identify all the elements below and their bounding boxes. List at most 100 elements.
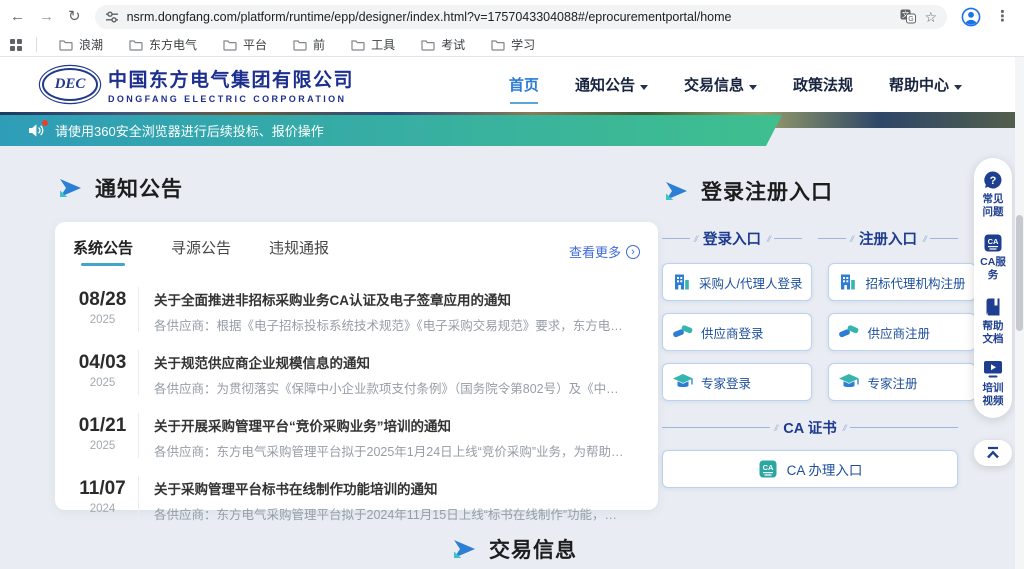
building-icon [838,272,858,292]
svg-text:?: ? [990,175,997,187]
bookmark-item[interactable]: 考试 [413,34,473,55]
notice-title[interactable]: 关于采购管理平台标书在线制作功能培训的通知 [154,478,624,498]
register-button[interactable]: 供应商注册 [828,313,975,351]
profile-avatar-icon[interactable] [961,7,981,27]
notice-tab[interactable]: 系统公告 [73,237,133,266]
bookmark-item[interactable]: 前 [285,34,333,55]
chevron-down-icon [954,85,962,90]
rail-item[interactable]: ? 常见问题 [980,170,1006,219]
back-to-top-icon [985,446,1001,460]
nav-item[interactable]: 帮助中心 [889,74,962,95]
floating-toolbar: ? 常见问题 CA CA服务 帮助文档 培训视频 [974,158,1012,418]
ca-badge-icon: CA [983,233,1003,253]
graduation-cap-icon [672,372,694,392]
notice-title[interactable]: 关于开展采购管理平台“竞价采购业务”培训的通知 [154,415,624,435]
trade-section-heading: 交易信息 [452,534,577,564]
bookmark-item[interactable]: 浪潮 [51,34,111,55]
folder-icon [129,39,143,51]
bookmarks-separator [36,37,37,52]
rail-item[interactable]: CA CA服务 [980,233,1006,282]
svg-text:CA: CA [988,237,999,246]
section-arrow-icon [58,178,82,198]
notice-date: 01/21 2025 [73,413,139,458]
bookmark-star-icon[interactable]: ☆ [924,10,937,24]
login-register-panel: 登录注册入口 // 登录入口 // // 注册入口 // 采购人/代理人登录 供… [662,176,958,488]
site-header: DEC 中国东方电气集团有限公司 DONGFANG ELECTRIC CORPO… [0,57,1024,112]
graduation-cap-icon [838,372,860,392]
register-button[interactable]: 招标代理机构注册 [828,263,975,301]
notice-item[interactable]: 04/03 2025 关于规范供应商企业规模信息的通知 各供应商：为贯彻落实《保… [61,342,652,405]
bookmark-item[interactable]: 平台 [215,34,275,55]
company-name-cn: 中国东方电气集团有限公司 [108,65,354,92]
ca-group-header: // CA 证书 // [662,417,958,438]
svg-text:CA: CA [762,463,773,472]
login-section-heading: 登录注册入口 [664,176,958,206]
menu-kebab-icon[interactable]: ⋮ [995,9,1010,24]
login-button[interactable]: 采购人/代理人登录 [662,263,812,301]
section-arrow-icon [452,539,476,559]
notice-tabs: 系统公告 寻源公告 违规通报 [73,237,329,266]
notification-dot [42,120,48,126]
folder-icon [491,39,505,51]
bookmark-item[interactable]: 东方电气 [121,34,205,55]
url-text[interactable]: nsrm.dongfang.com/platform/runtime/epp/d… [127,10,893,24]
register-group-header: // 注册入口 // [818,228,958,249]
folder-icon [293,39,307,51]
login-button[interactable]: 专家登录 [662,363,812,401]
scrollbar-thumb[interactable] [1016,215,1023,331]
browser-toolbar: ← → ↻ nsrm.dongfang.com/platform/runtime… [0,0,1024,33]
notice-tab[interactable]: 寻源公告 [171,237,231,266]
bookmarks-bar: 浪潮 东方电气 平台 前 工具 考试 学习 [0,33,1024,56]
address-bar[interactable]: nsrm.dongfang.com/platform/runtime/epp/d… [95,5,947,29]
notices-card: 系统公告 寻源公告 违规通报 查看更多 › 08/28 2025 关于全面推进非招标… [55,222,658,510]
notice-list: 08/28 2025 关于全面推进非招标采购业务CA认证及电子签章应用的通知 各… [55,275,658,531]
company-name-en: DONGFANG ELECTRIC CORPORATION [108,94,354,104]
notice-title[interactable]: 关于全面推进非招标采购业务CA认证及电子签章应用的通知 [154,289,624,309]
notice-title[interactable]: 关于规范供应商企业规模信息的通知 [154,352,624,372]
dec-logo-icon: DEC [42,68,98,101]
nav-item[interactable]: 政策法规 [793,74,853,95]
notice-item[interactable]: 08/28 2025 关于全面推进非招标采购业务CA认证及电子签章应用的通知 各… [61,279,652,342]
login-button[interactable]: 供应商登录 [662,313,812,351]
login-group-header: // 登录入口 // [662,228,802,249]
question-icon: ? [983,170,1003,190]
video-icon [983,360,1003,379]
bookmark-item[interactable]: 工具 [343,34,403,55]
notice-date: 04/03 2025 [73,350,139,395]
nav-item[interactable]: 通知公告 [575,74,648,95]
notice-date: 11/07 2024 [73,476,139,521]
register-button[interactable]: 专家注册 [828,363,975,401]
handshake-icon [672,322,694,342]
apps-grid-icon[interactable] [10,39,22,51]
notice-desc: 各供应商：东方电气采购管理平台拟于2024年11月15日上线“标书在线制作”功能… [154,504,624,523]
notice-desc: 各供应商：为贯彻落实《保障中小企业款项支付条例》（国务院令第802号）及《中小企… [154,378,624,397]
ca-apply-button[interactable]: CA CA 办理入口 [662,450,958,488]
reload-icon[interactable]: ↻ [68,9,81,24]
notices-section-title: 通知公告 [95,173,183,203]
forward-icon[interactable]: → [39,9,54,24]
rail-item[interactable]: 帮助文档 [980,297,1006,346]
notice-date: 08/28 2025 [73,287,139,332]
book-icon [983,297,1003,317]
site-settings-icon[interactable] [105,10,119,24]
chevron-down-icon [749,85,757,90]
folder-icon [59,39,73,51]
announcement-ribbon: 请使用360安全浏览器进行后续投标、报价操作 [0,115,782,146]
translate-icon[interactable]: 文G [900,9,916,24]
view-more-link[interactable]: 查看更多 › [569,242,640,261]
nav-item[interactable]: 交易信息 [684,74,757,95]
browser-chrome: ← → ↻ nsrm.dongfang.com/platform/runtime… [0,0,1024,57]
brand-logo[interactable]: DEC 中国东方电气集团有限公司 DONGFANG ELECTRIC CORPO… [42,65,354,104]
notice-item[interactable]: 11/07 2024 关于采购管理平台标书在线制作功能培训的通知 各供应商：东方… [61,468,652,531]
chevron-right-circle-icon: › [626,245,640,259]
notice-tab[interactable]: 违规通报 [269,237,329,266]
bookmark-item[interactable]: 学习 [483,34,543,55]
notices-section-heading: 通知公告 [58,173,183,203]
announcement-text: 请使用360安全浏览器进行后续投标、报价操作 [55,121,324,140]
back-icon[interactable]: ← [10,9,25,24]
nav-item[interactable]: 首页 [509,74,539,95]
notice-item[interactable]: 01/21 2025 关于开展采购管理平台“竞价采购业务”培训的通知 各供应商：… [61,405,652,468]
back-to-top-button[interactable] [974,440,1012,466]
folder-icon [351,39,365,51]
rail-item[interactable]: 培训视频 [980,360,1006,408]
